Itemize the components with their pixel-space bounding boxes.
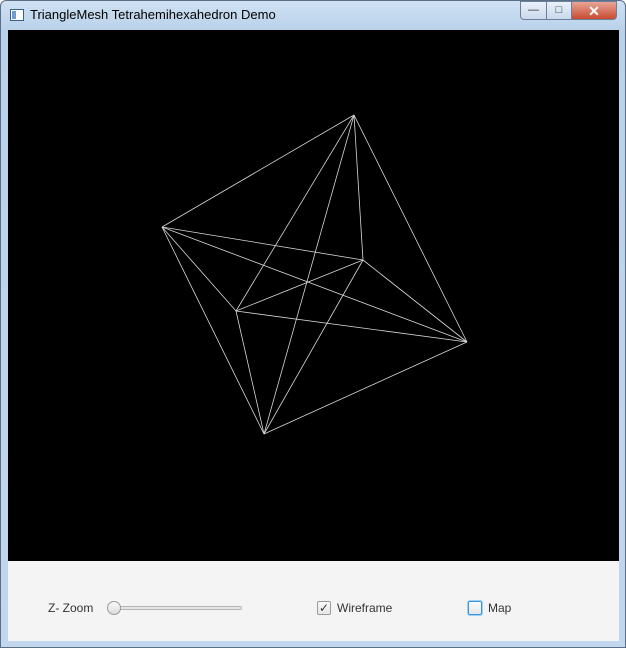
zoom-slider-track[interactable] xyxy=(112,606,242,610)
app-icon[interactable] xyxy=(10,9,24,21)
mesh-edge xyxy=(362,259,468,343)
mesh-edge xyxy=(353,114,364,261)
close-icon: ✕ xyxy=(588,2,600,19)
mesh-wireframe xyxy=(161,114,468,435)
wireframe-check-icon[interactable]: ✓ xyxy=(317,601,331,615)
mesh-edge xyxy=(235,310,468,343)
mesh-edge xyxy=(235,259,364,312)
map-label: Map xyxy=(488,601,512,615)
client-area: Z- Zoom ✓ Wireframe Map xyxy=(8,30,619,641)
mesh-edge xyxy=(235,310,265,435)
maximize-button[interactable]: □ xyxy=(546,1,571,20)
app-window: TriangleMesh Tetrahemihexahedron Demo — … xyxy=(0,0,626,648)
mesh-edge xyxy=(161,226,468,343)
mesh-edge xyxy=(263,114,355,435)
mesh-edge xyxy=(263,341,468,435)
control-bar: Z- Zoom ✓ Wireframe Map xyxy=(8,561,619,641)
mesh-edge xyxy=(353,114,468,343)
mesh-edge xyxy=(161,226,237,312)
zoom-slider[interactable] xyxy=(107,601,242,616)
map-check-icon[interactable] xyxy=(468,601,482,615)
wireframe-label: Wireframe xyxy=(337,601,393,615)
caption-buttons: — □ ✕ xyxy=(520,1,617,20)
mesh-edge xyxy=(235,114,355,312)
close-button[interactable]: ✕ xyxy=(571,1,617,20)
mesh-edge xyxy=(161,114,355,228)
zoom-label: Z- Zoom xyxy=(48,601,94,615)
title-bar[interactable]: TriangleMesh Tetrahemihexahedron Demo — … xyxy=(1,1,625,30)
window-title: TriangleMesh Tetrahemihexahedron Demo xyxy=(30,7,276,22)
map-checkbox[interactable]: Map xyxy=(468,601,511,615)
3d-viewport[interactable] xyxy=(8,30,619,561)
minimize-button[interactable]: — xyxy=(520,1,546,20)
wireframe-checkbox[interactable]: ✓ Wireframe xyxy=(317,601,392,615)
mesh-edge xyxy=(263,259,364,435)
mesh-edge xyxy=(161,226,364,261)
mesh-edge xyxy=(161,226,265,435)
zoom-slider-thumb[interactable] xyxy=(107,601,121,615)
minimize-icon: — xyxy=(528,4,539,16)
maximize-icon: □ xyxy=(555,4,563,16)
